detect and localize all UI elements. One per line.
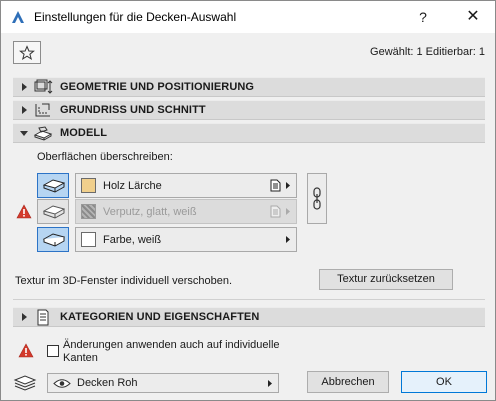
ok-button[interactable]: OK (401, 371, 487, 393)
eye-icon (53, 379, 71, 388)
warning-icon (16, 204, 32, 219)
document-list-icon (37, 309, 49, 326)
surface-material-bottom[interactable]: Farbe, weiß (75, 227, 297, 252)
slab-edge-surface-icon (43, 205, 65, 219)
link-materials-button[interactable] (307, 173, 327, 224)
chevron-right-icon (286, 208, 290, 215)
section-floorplan[interactable]: GRUNDRISS UND SCHNITT (13, 100, 485, 120)
title-bar: Einstellungen für die Decken-Auswahl ? ✕ (1, 1, 495, 33)
section-label: GRUNDRISS UND SCHNITT (60, 104, 206, 116)
help-button[interactable]: ? (411, 5, 435, 29)
texture-status-text: Textur im 3D-Fenster individuell verscho… (15, 275, 233, 287)
slab-bottom-surface-icon (43, 233, 65, 247)
reset-texture-button[interactable]: Textur zurücksetzen (319, 269, 453, 290)
expand-triangle-icon (22, 106, 27, 114)
top-surface-toggle[interactable] (37, 173, 69, 198)
apply-edges-checkbox[interactable] (47, 345, 59, 357)
star-icon (19, 44, 35, 60)
material-swatch (81, 178, 96, 193)
edge-surface-toggle[interactable] (37, 199, 69, 224)
window-title: Einstellungen für die Decken-Auswahl (34, 10, 237, 24)
material-doc-icon (270, 179, 281, 192)
selection-info: Gewählt: 1 Editierbar: 1 (370, 46, 485, 58)
ok-button-label: OK (436, 376, 452, 388)
reset-texture-label: Textur zurücksetzen (337, 273, 435, 285)
section-geometry[interactable]: GEOMETRIE UND POSITIONIERUNG (13, 77, 485, 97)
settings-dialog: Einstellungen für die Decken-Auswahl ? ✕… (0, 0, 496, 401)
chain-link-icon (313, 187, 321, 210)
chevron-right-icon (286, 182, 290, 189)
section-label: MODELL (60, 127, 108, 139)
override-surfaces-label: Oberflächen überschreiben: (37, 151, 173, 163)
surface-material-top[interactable]: Holz Lärche (75, 173, 297, 198)
layer-name: Decken Roh (77, 377, 138, 389)
slab-top-surface-icon (43, 179, 65, 193)
expand-triangle-icon (22, 83, 27, 91)
cancel-button[interactable]: Abbrechen (307, 371, 389, 393)
section-model[interactable]: MODELL (13, 123, 485, 143)
surface-material-edge[interactable]: Verputz, glatt, weiß (75, 199, 297, 224)
section-label: GEOMETRIE UND POSITIONIERUNG (60, 81, 255, 93)
layer-select[interactable]: Decken Roh (47, 373, 279, 393)
bottom-surface-toggle[interactable] (37, 227, 69, 252)
close-button[interactable]: ✕ (459, 5, 487, 29)
floorplan-section-icon (35, 103, 50, 117)
apply-edges-label: Änderungen anwenden auch auf individuell… (63, 339, 280, 364)
section-label: KATEGORIEN UND EIGENSCHAFTEN (60, 311, 260, 323)
collapse-triangle-icon (20, 131, 28, 136)
material-name: Farbe, weiß (103, 234, 162, 246)
material-name: Holz Lärche (103, 180, 162, 192)
cancel-button-label: Abbrechen (321, 376, 375, 388)
chevron-right-icon (268, 380, 272, 387)
geometry-icon (34, 79, 53, 94)
material-swatch (81, 204, 96, 219)
model-icon (33, 126, 53, 141)
material-name: Verputz, glatt, weiß (103, 206, 197, 218)
archicad-app-icon (12, 11, 24, 23)
chevron-right-icon (286, 236, 290, 243)
expand-triangle-icon (22, 313, 27, 321)
divider (13, 299, 485, 300)
material-doc-icon (270, 205, 281, 218)
layers-icon (13, 375, 37, 391)
favorites-button[interactable] (13, 41, 41, 64)
section-categories[interactable]: KATEGORIEN UND EIGENSCHAFTEN (13, 307, 485, 327)
warning-icon (18, 343, 34, 358)
material-swatch (81, 232, 96, 247)
